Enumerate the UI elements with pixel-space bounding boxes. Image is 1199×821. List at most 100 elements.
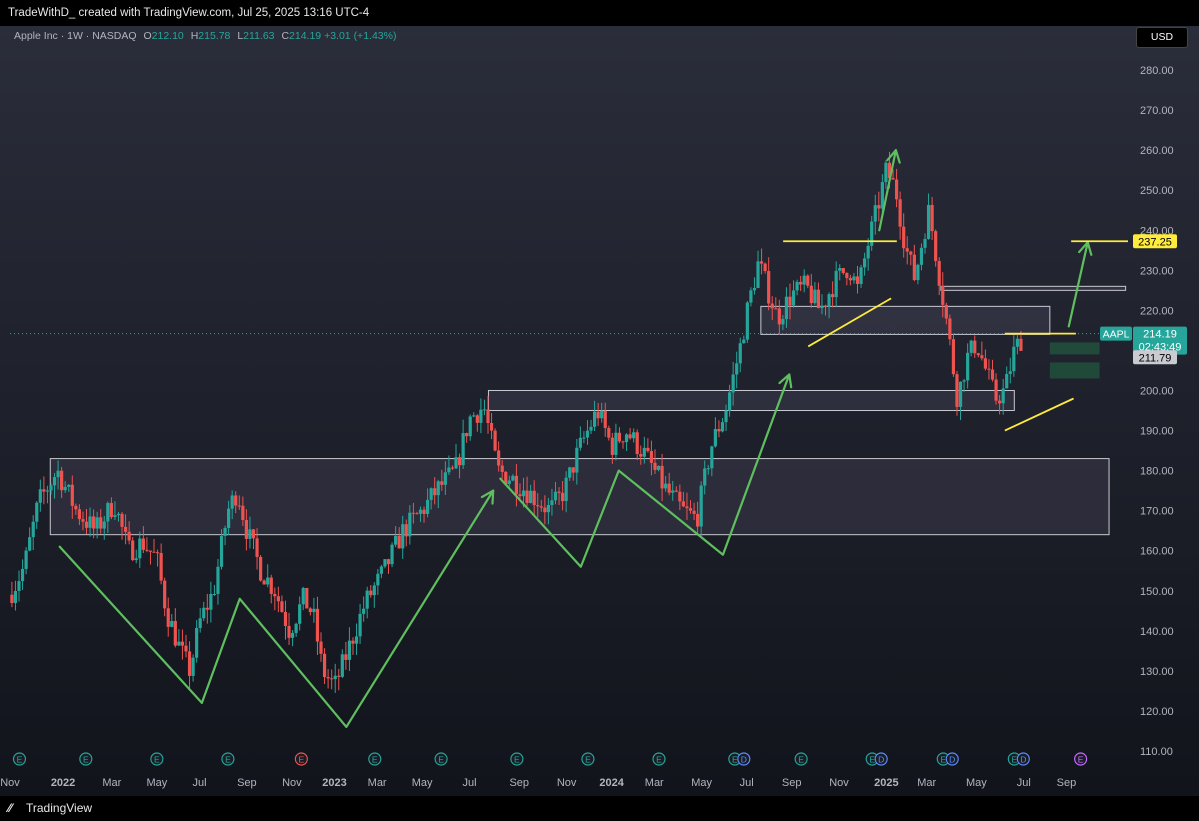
price-chart[interactable]: 110.00 120.00 130.00 140.00 150.00 160.00 170.… [0,26,1199,796]
price-tick-label: 110.00 [1140,746,1173,758]
candle-down [809,285,813,304]
candle-down [976,353,980,356]
candle-down [831,294,835,298]
candle-up [866,245,870,259]
candle-down [70,484,74,506]
candle-up [575,447,579,473]
candle-up [880,182,884,209]
candle-down [823,305,828,307]
candle-down [557,491,561,493]
candle-down [571,467,575,473]
candle-up [791,290,796,306]
time-tick-label: Sep [237,777,257,789]
candle-up [553,491,558,501]
candle-up [863,258,867,268]
time-tick-label: May [412,777,433,789]
candle-down [635,432,639,455]
candle-down [404,524,408,537]
time-tick-label: 2022 [51,777,75,789]
candle-down [141,538,145,550]
time-tick-label: Nov [829,777,849,789]
high-value: 215.78 [198,30,231,42]
candle-down [187,651,192,676]
close-value: 214.19 [289,30,322,42]
dividend-marker-label: D [1020,755,1026,765]
candle-up [752,287,757,291]
candle-up [969,340,973,353]
candle-down [646,447,650,451]
candle-up [958,381,963,407]
earnings-marker-label: E [656,755,662,765]
candle-down [617,432,622,442]
candle-up [425,499,430,514]
candle-up [20,568,25,582]
candle-down [681,501,686,507]
candle-up [738,343,742,364]
candle-down [994,379,998,401]
candle-up [376,573,380,586]
time-tick-label: Mar [368,777,387,789]
time-tick-label: Mar [645,777,664,789]
candle-up [564,477,568,502]
candle-up [923,238,927,248]
candle-down [799,281,803,285]
candle-up [230,495,234,509]
candle-down [155,552,160,554]
candle-up [795,281,799,291]
candle-up [17,581,21,591]
earnings-marker-label: E [1011,755,1017,765]
candle-up [820,305,824,309]
candle-down [980,355,984,359]
candle-down [674,490,678,492]
candle-down [42,489,46,492]
tv-logo-icon: ⁄⁄ [8,801,13,815]
candle-down [184,645,188,652]
candle-down [159,553,163,581]
candle-down [628,434,632,439]
open-label: O [143,30,152,42]
demand-zone [1049,362,1100,379]
candle-down [109,503,113,517]
candle-down [244,520,248,539]
close-label: C [281,30,290,42]
candle-up [745,302,749,340]
earnings-marker-label: E [225,755,231,765]
candle-up [56,470,60,478]
candle-down [855,276,860,284]
price-tick-label: 180.00 [1140,466,1174,478]
earnings-marker-label: E [372,755,378,765]
candle-down [415,513,419,515]
candle-up [358,613,362,637]
time-tick-label: May [966,777,987,789]
time-tick-label: 2023 [322,777,346,789]
range-zone [940,285,1127,291]
candle-down [678,491,682,502]
brand-name: TradingView [26,801,93,815]
candle-down [145,549,149,551]
candle-up [212,593,217,595]
candle-up [379,566,384,574]
candle-up [390,544,394,565]
candle-down [241,505,245,521]
candle-down [770,303,774,309]
candle-down [905,248,909,252]
candle-up [372,585,376,596]
candle-down [717,428,721,432]
candle-up [138,538,142,559]
currency-button[interactable]: USD [1136,27,1188,48]
earnings-marker-label: E [1078,755,1084,765]
candle-down [259,556,263,581]
candle-up [592,411,597,427]
candle-up [38,489,42,503]
candle-down [788,296,792,306]
candle-down [457,457,462,466]
low-value: 211.63 [243,30,275,42]
candle-down [81,519,85,522]
candle-up [195,627,199,658]
candle-down [305,587,309,609]
candle-down [283,611,288,626]
candle-up [884,162,888,183]
candle-down [894,179,899,200]
candle-down [433,488,437,496]
candle-up [827,294,831,307]
